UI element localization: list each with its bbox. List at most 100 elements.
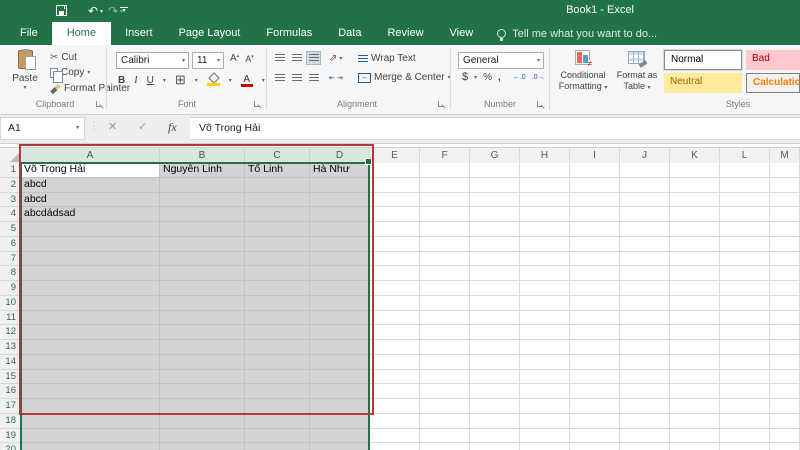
cell-F13[interactable]	[420, 340, 470, 355]
cell-K19[interactable]	[670, 428, 720, 444]
cell-G6[interactable]	[470, 236, 520, 252]
cell-E15[interactable]	[370, 369, 420, 385]
cell-I19[interactable]	[570, 428, 620, 444]
cell-E11[interactable]	[370, 310, 420, 326]
tab-page-layout[interactable]: Page Layout	[167, 22, 253, 45]
paste-dropdown-icon[interactable]: ▾	[6, 84, 44, 91]
cell-E1[interactable]	[370, 163, 420, 178]
merge-center-button[interactable]: ↔ Merge & Center ▾	[358, 72, 451, 83]
cell-M16[interactable]	[770, 384, 800, 399]
cell-G16[interactable]	[470, 384, 520, 399]
borders-icon[interactable]: ⊞	[175, 72, 186, 88]
cell-L19[interactable]	[720, 428, 770, 444]
cell-G19[interactable]	[470, 428, 520, 444]
cell-F4[interactable]	[420, 207, 470, 222]
font-dialog-launcher-icon[interactable]	[253, 100, 262, 109]
cell-M2[interactable]	[770, 177, 800, 193]
cell-H19[interactable]	[520, 428, 570, 444]
cell-F7[interactable]	[420, 251, 470, 267]
cell-K5[interactable]	[670, 222, 720, 237]
cell-I6[interactable]	[570, 236, 620, 252]
cell-M17[interactable]	[770, 399, 800, 414]
cell-H16[interactable]	[520, 384, 570, 399]
cell-K18[interactable]	[670, 413, 720, 429]
cell-K14[interactable]	[670, 354, 720, 370]
cell-F9[interactable]	[420, 281, 470, 296]
cell-H18[interactable]	[520, 413, 570, 429]
middle-align-button[interactable]	[289, 51, 304, 65]
cell-J16[interactable]	[620, 384, 670, 399]
cell-L20[interactable]	[720, 443, 770, 450]
cell-F17[interactable]	[420, 399, 470, 414]
align-left-button[interactable]	[272, 71, 287, 85]
cell-F8[interactable]	[420, 266, 470, 281]
row-header-17[interactable]: 17	[0, 399, 21, 414]
cell-J9[interactable]	[620, 281, 670, 296]
cell-F2[interactable]	[420, 177, 470, 193]
cell-J7[interactable]	[620, 251, 670, 267]
undo-icon[interactable]: ↶	[88, 3, 98, 19]
cell-F1[interactable]	[420, 163, 470, 178]
row-header-20[interactable]: 20	[0, 443, 21, 450]
number-dialog-launcher-icon[interactable]	[536, 100, 545, 109]
font-size-dropdown-icon[interactable]: ▾	[217, 57, 223, 64]
cell-E2[interactable]	[370, 177, 420, 193]
cell-H5[interactable]	[520, 222, 570, 237]
cell-I3[interactable]	[570, 192, 620, 208]
top-align-button[interactable]	[272, 51, 287, 65]
cell-M19[interactable]	[770, 428, 800, 444]
row-header-4[interactable]: 4	[0, 207, 21, 222]
cell-A18[interactable]	[21, 413, 160, 429]
cell-J6[interactable]	[620, 236, 670, 252]
cell-K10[interactable]	[670, 295, 720, 311]
name-box[interactable]: A1 ▾	[0, 117, 85, 140]
orientation-icon[interactable]: ⇗	[329, 53, 337, 64]
cell-F10[interactable]	[420, 295, 470, 311]
cell-F20[interactable]	[420, 443, 470, 450]
cell-D18[interactable]	[310, 413, 370, 429]
cell-H3[interactable]	[520, 192, 570, 208]
decrease-decimal-icon[interactable]: .0→	[532, 74, 545, 81]
cell-E6[interactable]	[370, 236, 420, 252]
fill-color-dropdown-icon[interactable]: ▾	[229, 77, 232, 84]
customize-quick-access-icon[interactable]: ▾	[120, 7, 128, 15]
cell-E14[interactable]	[370, 354, 420, 370]
column-header-J[interactable]: J	[620, 148, 670, 163]
cell-H8[interactable]	[520, 266, 570, 281]
currency-format-button[interactable]: $	[462, 71, 468, 83]
cell-F12[interactable]	[420, 325, 470, 340]
cell-E19[interactable]	[370, 428, 420, 444]
row-header-6[interactable]: 6	[0, 236, 21, 252]
cell-E8[interactable]	[370, 266, 420, 281]
row-header-15[interactable]: 15	[0, 369, 21, 385]
orientation-dropdown-icon[interactable]: ▾	[339, 55, 342, 62]
cell-G18[interactable]	[470, 413, 520, 429]
cell-G2[interactable]	[470, 177, 520, 193]
cell-E18[interactable]	[370, 413, 420, 429]
cell-F6[interactable]	[420, 236, 470, 252]
cell-C20[interactable]	[245, 443, 310, 450]
cut-button[interactable]: ✂ Cut	[50, 52, 77, 63]
tell-me-box[interactable]: Tell me what you want to do...	[497, 22, 657, 45]
cell-L1[interactable]	[720, 163, 770, 178]
cell-K3[interactable]	[670, 192, 720, 208]
cell-J12[interactable]	[620, 325, 670, 340]
comma-format-button[interactable]: ,	[498, 72, 501, 83]
cell-D20[interactable]	[310, 443, 370, 450]
cell-E17[interactable]	[370, 399, 420, 414]
cell-M3[interactable]	[770, 192, 800, 208]
percent-format-button[interactable]: %	[483, 72, 492, 83]
row-header-7[interactable]: 7	[0, 251, 21, 267]
cell-F18[interactable]	[420, 413, 470, 429]
cell-J10[interactable]	[620, 295, 670, 311]
cell-B20[interactable]	[160, 443, 245, 450]
cell-C18[interactable]	[245, 413, 310, 429]
column-header-L[interactable]: L	[720, 148, 770, 163]
number-format-dropdown-icon[interactable]: ▾	[537, 57, 543, 64]
row-header-11[interactable]: 11	[0, 310, 21, 326]
cell-H20[interactable]	[520, 443, 570, 450]
cell-L2[interactable]	[720, 177, 770, 193]
cell-M9[interactable]	[770, 281, 800, 296]
cell-M8[interactable]	[770, 266, 800, 281]
cell-L6[interactable]	[720, 236, 770, 252]
